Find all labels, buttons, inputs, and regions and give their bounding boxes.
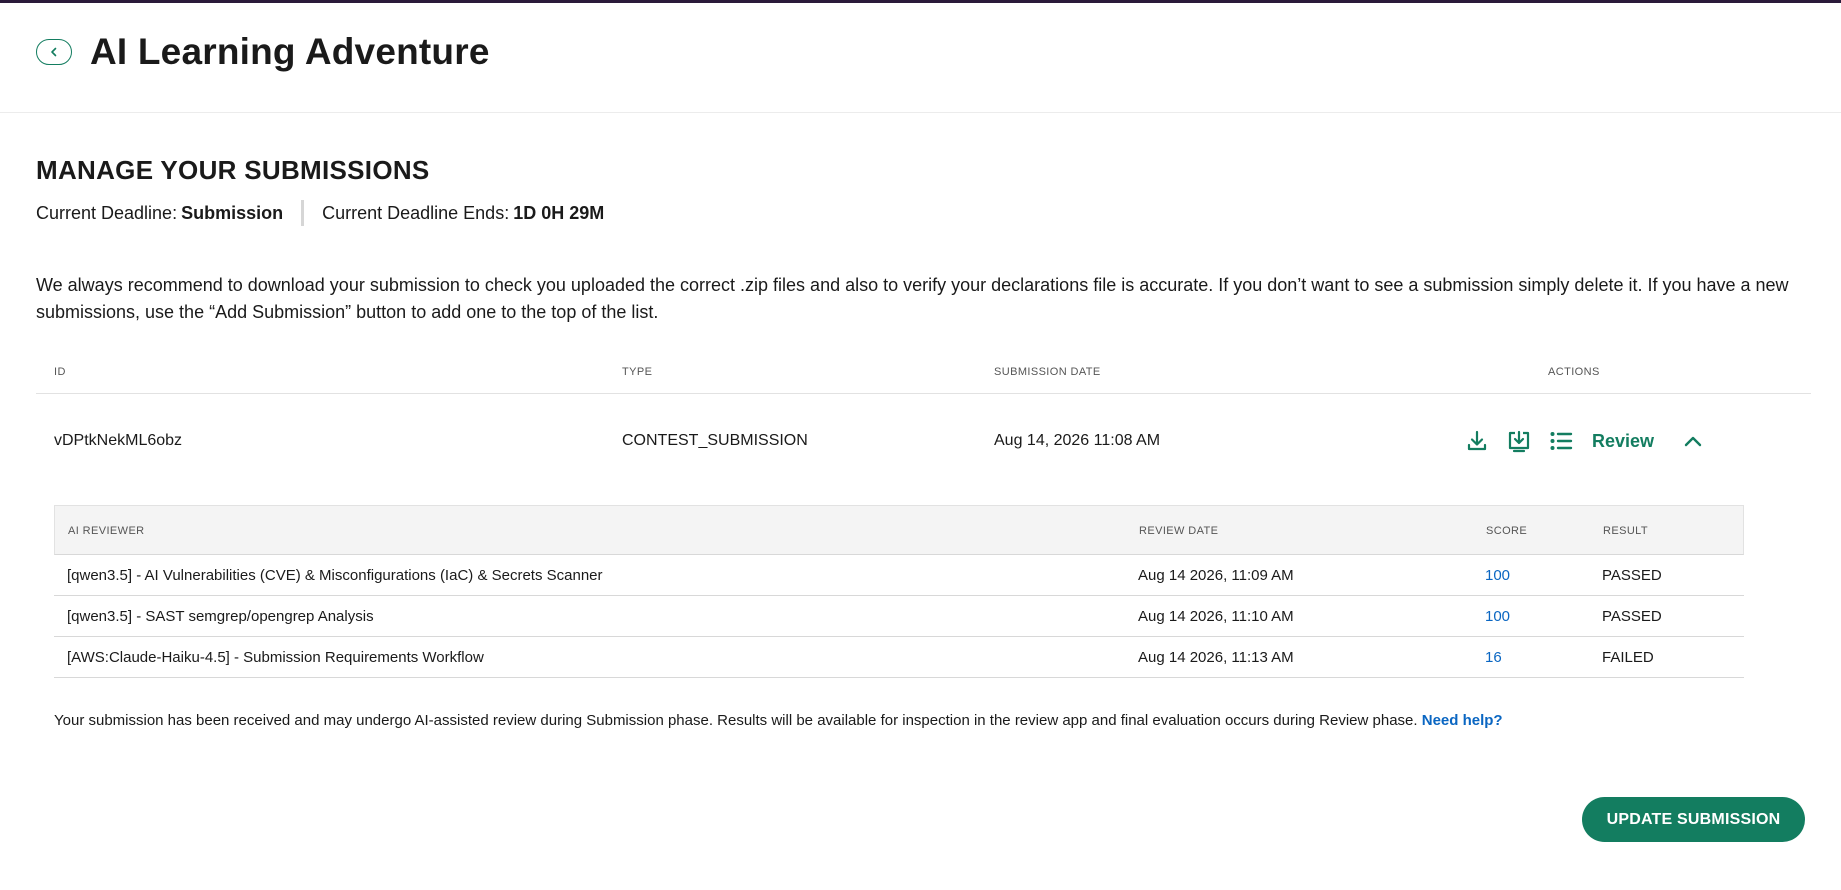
section-title: MANAGE YOUR SUBMISSIONS [36, 155, 430, 185]
score-link[interactable]: 16 [1485, 649, 1502, 666]
review-button[interactable]: Review [1592, 431, 1654, 452]
chevron-up-icon [1684, 436, 1702, 447]
page-title: AI Learning Adventure [90, 31, 490, 72]
deadline-value: Submission [181, 202, 284, 223]
column-header-result: RESULT [1603, 525, 1648, 537]
back-button[interactable] [36, 39, 72, 65]
submission-date: Aug 14, 2026 11:08 AM [994, 432, 1161, 449]
download-icon [1467, 430, 1487, 451]
table-row: [qwen3.5] - SAST semgrep/opengrep Analys… [54, 596, 1744, 637]
review-date: Aug 14 2026, 11:09 AM [1138, 567, 1294, 584]
column-header-score: SCORE [1486, 525, 1528, 537]
review-date: Aug 14 2026, 11:10 AM [1138, 608, 1294, 625]
table-row: [qwen3.5] - AI Vulnerabilities (CVE) & M… [54, 555, 1744, 596]
ai-review-table: AI REVIEWER REVIEW DATE SCORE RESULT [qw… [54, 505, 1744, 678]
review-result: PASSED [1602, 608, 1662, 625]
reviewer-name: [qwen3.5] - AI Vulnerabilities (CVE) & M… [67, 567, 603, 584]
review-result: FAILED [1602, 649, 1654, 666]
deadline-divider [301, 200, 305, 226]
ai-review-table-header: AI REVIEWER REVIEW DATE SCORE RESULT [54, 505, 1744, 555]
need-help-link[interactable]: Need help? [1422, 712, 1503, 729]
instructions-text: We always recommend to download your sub… [36, 275, 1789, 322]
list-icon [1550, 432, 1573, 450]
review-notice-text: Your submission has been received and ma… [54, 712, 1418, 729]
chevron-left-icon [51, 47, 57, 57]
reviewer-name: [qwen3.5] - SAST semgrep/opengrep Analys… [67, 608, 374, 625]
column-header-review-date: REVIEW DATE [1139, 525, 1219, 537]
column-header-ai-reviewer: AI REVIEWER [68, 525, 145, 537]
deadline-info: Current Deadline: Submission Current Dea… [36, 200, 604, 226]
table-row: [AWS:Claude-Haiku-4.5] - Submission Requ… [54, 637, 1744, 678]
submission-row: vDPtkNekML6obz CONTEST_SUBMISSION Aug 14… [36, 418, 1811, 468]
review-date: Aug 14 2026, 11:13 AM [1138, 649, 1294, 666]
download-tray-icon [1508, 430, 1530, 453]
page-header: AI Learning Adventure [0, 3, 1841, 113]
deadline-ends-label: Current Deadline Ends: [322, 202, 510, 223]
deadline-ends-value: 1D 0H 29M [513, 202, 605, 223]
download-button[interactable] [1462, 426, 1492, 456]
column-header-id: ID [54, 366, 66, 378]
details-button[interactable] [1546, 426, 1576, 456]
submission-actions: Review [1462, 424, 1706, 458]
score-link[interactable]: 100 [1485, 567, 1510, 584]
column-header-submission-date: SUBMISSION DATE [994, 366, 1101, 378]
column-header-type: TYPE [622, 366, 653, 378]
column-header-actions: ACTIONS [1548, 366, 1600, 378]
download-artifacts-button[interactable] [1504, 426, 1534, 456]
review-result: PASSED [1602, 567, 1662, 584]
deadline-label: Current Deadline: [36, 202, 178, 223]
submissions-table-header: ID TYPE SUBMISSION DATE ACTIONS [36, 358, 1811, 394]
review-notice: Your submission has been received and ma… [54, 712, 1503, 729]
reviewer-name: [AWS:Claude-Haiku-4.5] - Submission Requ… [67, 649, 484, 666]
score-link[interactable]: 100 [1485, 608, 1510, 625]
update-submission-button[interactable]: UPDATE SUBMISSION [1582, 797, 1805, 842]
submission-id: vDPtkNekML6obz [54, 432, 183, 449]
submission-type: CONTEST_SUBMISSION [622, 432, 808, 449]
collapse-button[interactable] [1680, 428, 1706, 454]
